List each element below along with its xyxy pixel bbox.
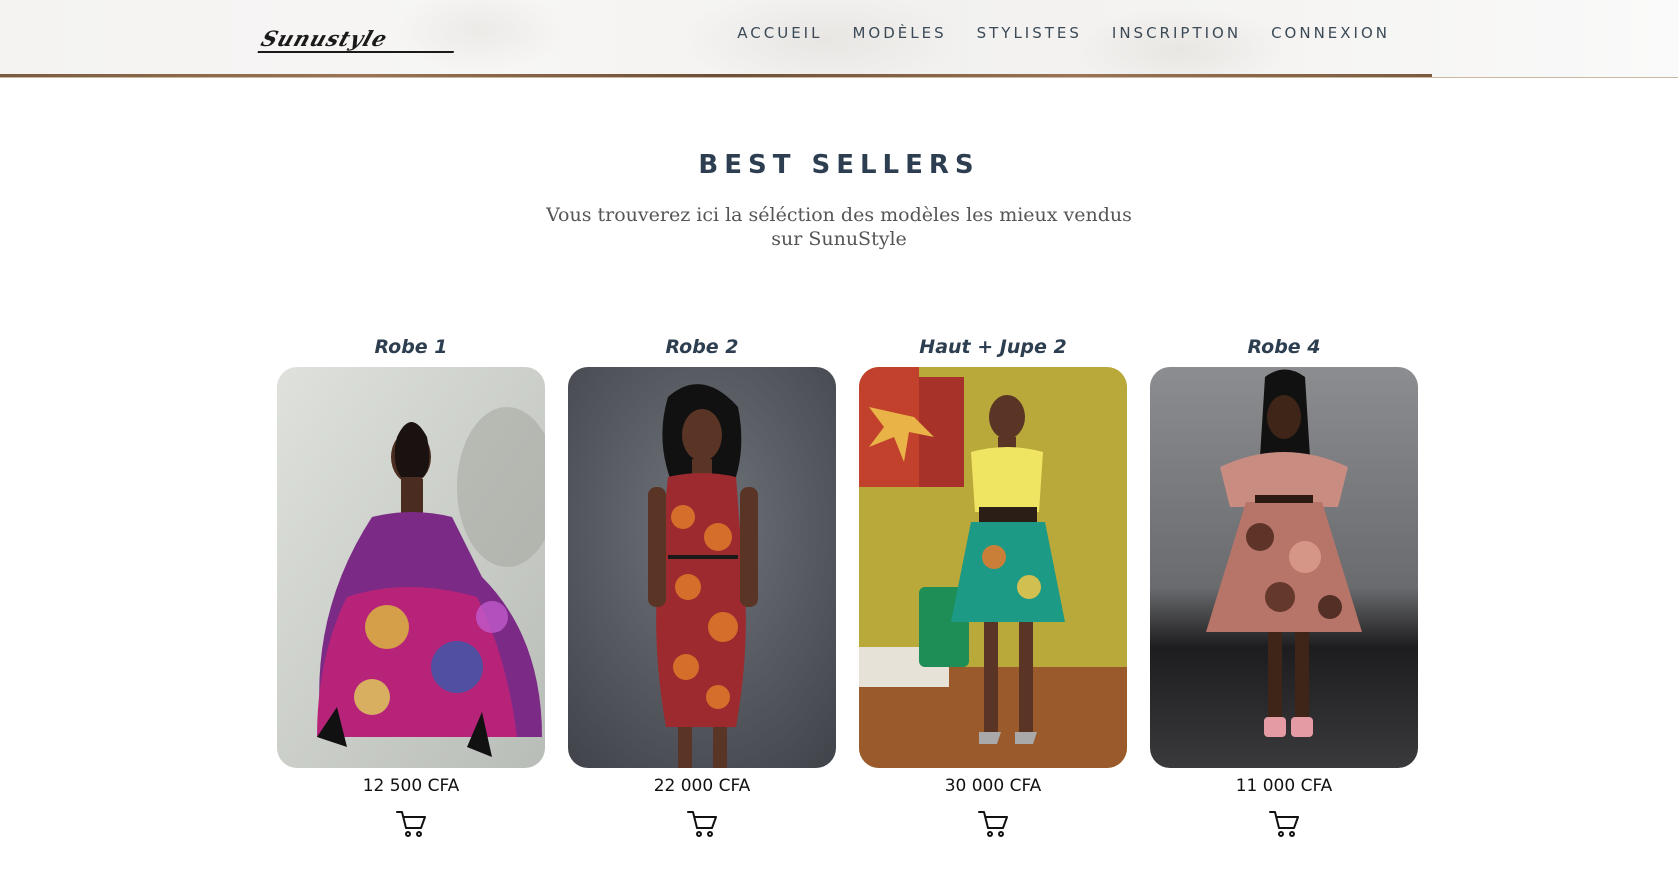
section-subtitle: Vous trouverez ici la séléction des modè… (546, 204, 1132, 250)
cart-icon (687, 811, 717, 837)
add-to-cart-button[interactable] (1266, 807, 1302, 841)
cart-icon (978, 811, 1008, 837)
nav-modeles[interactable]: MODÈLES (852, 24, 946, 42)
product-name: Robe 4 (1247, 336, 1321, 358)
product-name: Robe 2 (665, 336, 739, 358)
header-divider (0, 74, 1432, 77)
product-grid: Robe 1 12 500 CFA Robe 2 22 000 CFA Haut… (277, 333, 1418, 841)
product-card: Robe 1 12 500 CFA (277, 333, 545, 841)
product-image[interactable] (859, 367, 1127, 768)
product-card: Robe 2 22 000 CFA (568, 333, 836, 841)
product-price: 12 500 CFA (362, 776, 460, 796)
logo-text: Sunustyle (258, 26, 392, 51)
cart-icon (396, 811, 426, 837)
product-price: 11 000 CFA (1235, 776, 1333, 796)
product-image[interactable] (1150, 367, 1418, 768)
product-image[interactable] (277, 367, 545, 768)
add-to-cart-button[interactable] (684, 807, 720, 841)
main-nav: ACCUEIL MODÈLES STYLISTES INSCRIPTION CO… (737, 24, 1390, 42)
logo-underline (257, 51, 455, 53)
nav-accueil[interactable]: ACCUEIL (737, 24, 822, 42)
add-to-cart-button[interactable] (975, 807, 1011, 841)
cart-icon (1269, 811, 1299, 837)
product-card: Robe 4 11 000 CFA (1150, 333, 1418, 841)
product-price: 22 000 CFA (653, 776, 751, 796)
product-card: Haut + Jupe 2 30 000 CFA (859, 333, 1127, 841)
site-header: Sunustyle ACCUEIL MODÈLES STYLISTES INSC… (0, 0, 1678, 78)
nav-stylistes[interactable]: STYLISTES (977, 24, 1082, 42)
product-name: Haut + Jupe 2 (919, 336, 1067, 358)
product-price: 30 000 CFA (944, 776, 1042, 796)
site-logo[interactable]: Sunustyle (257, 26, 466, 53)
add-to-cart-button[interactable] (393, 807, 429, 841)
section-title: BEST SELLERS (698, 150, 980, 180)
product-image[interactable] (568, 367, 836, 768)
nav-inscription[interactable]: INSCRIPTION (1112, 24, 1241, 42)
nav-connexion[interactable]: CONNEXION (1271, 24, 1390, 42)
product-name: Robe 1 (374, 336, 448, 358)
